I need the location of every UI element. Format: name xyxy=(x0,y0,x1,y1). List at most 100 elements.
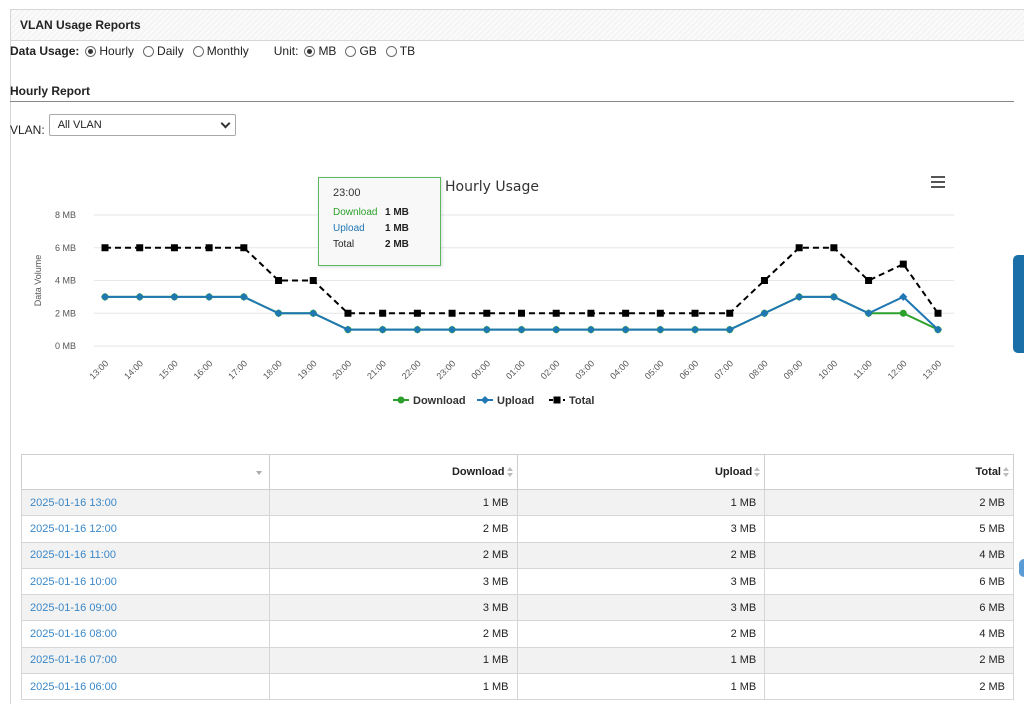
point-upload xyxy=(656,325,665,334)
radio-unit-tb-dot[interactable] xyxy=(385,45,397,57)
table-header-row: Download Upload Total xyxy=(21,454,1014,490)
y-tick-label: 6 MB xyxy=(55,243,76,253)
point-total xyxy=(726,309,734,317)
point-upload xyxy=(309,309,318,318)
point-total xyxy=(344,309,352,317)
tooltip-row-download: Download 1 MB xyxy=(333,207,426,218)
radio-monthly[interactable]: Monthly xyxy=(192,44,249,58)
legend-marker-upload xyxy=(481,396,489,404)
radio-daily[interactable]: Daily xyxy=(143,44,184,58)
row-time-link[interactable]: 2025-01-16 06:00 xyxy=(21,673,270,701)
row-total: 2 MB xyxy=(764,673,1014,701)
tooltip-total-value: 2 MB xyxy=(385,239,409,250)
radio-hourly-dot[interactable] xyxy=(85,45,97,57)
radio-unit-mb-label: MB xyxy=(318,44,337,58)
point-total xyxy=(795,244,803,252)
point-upload xyxy=(101,292,109,301)
row-upload: 1 MB xyxy=(516,646,766,675)
hourly-usage-chart: Hourly Usage 0 MB 2 MB 4 MB 6 MB 8 MB Data Vol… xyxy=(10,150,970,425)
row-total: 2 MB xyxy=(764,488,1014,517)
x-tick-label: 11:00 xyxy=(851,358,874,381)
radio-daily-dot[interactable] xyxy=(143,45,155,57)
row-time-link[interactable]: 2025-01-16 08:00 xyxy=(21,620,270,648)
row-time-link[interactable]: 2025-01-16 13:00 xyxy=(21,488,270,517)
point-total xyxy=(483,309,491,317)
row-download: 1 MB xyxy=(268,646,518,675)
row-time-link[interactable]: 2025-01-16 11:00 xyxy=(21,541,270,569)
row-time-link[interactable]: 2025-01-16 10:00 xyxy=(21,567,270,596)
side-panel-tab[interactable] xyxy=(1013,255,1024,353)
scroll-top-knob[interactable] xyxy=(1019,559,1024,577)
tooltip-total-name: Total xyxy=(333,239,355,250)
point-upload xyxy=(552,325,561,334)
point-upload xyxy=(378,325,387,334)
column-upload[interactable]: Upload xyxy=(516,454,766,490)
x-tick-label: 05:00 xyxy=(643,358,666,381)
radio-unit-mb[interactable]: MB xyxy=(304,44,336,58)
point-total xyxy=(622,309,630,317)
x-tick-label: 22:00 xyxy=(400,358,423,381)
x-tick-label: 02:00 xyxy=(539,358,562,381)
row-total: 4 MB xyxy=(764,541,1014,569)
y-tick-label: 8 MB xyxy=(55,210,76,220)
column-time[interactable] xyxy=(21,454,270,490)
sort-arrow-icon xyxy=(255,471,262,475)
column-total[interactable]: Total xyxy=(764,454,1014,490)
row-time-link[interactable]: 2025-01-16 09:00 xyxy=(21,594,270,622)
column-download-label: Download xyxy=(451,466,505,478)
point-total xyxy=(518,309,525,317)
row-total: 6 MB xyxy=(764,594,1014,622)
radio-unit-tb[interactable]: TB xyxy=(385,44,415,58)
sort-icon xyxy=(1003,467,1009,478)
point-total xyxy=(899,260,907,268)
row-download: 1 MB xyxy=(268,488,518,517)
point-total xyxy=(170,244,178,252)
x-tick-label: 12:00 xyxy=(886,358,909,381)
table-row: 2025-01-16 07:00 1 MB 1 MB 2 MB xyxy=(21,646,1014,675)
x-tick-label: 03:00 xyxy=(573,358,596,381)
x-tick-label: 04:00 xyxy=(608,358,631,381)
point-download xyxy=(899,309,907,317)
x-tick-label: 20:00 xyxy=(330,358,353,381)
row-download: 1 MB xyxy=(268,673,518,701)
radio-unit-mb-dot[interactable] xyxy=(304,45,316,57)
tooltip-time: 23:00 xyxy=(333,187,361,199)
point-total xyxy=(587,309,595,317)
radio-unit-gb-dot[interactable] xyxy=(345,45,357,57)
radio-hourly[interactable]: Hourly xyxy=(85,44,134,58)
column-download[interactable]: Download xyxy=(268,454,518,490)
x-tick-label: 00:00 xyxy=(469,358,492,381)
tooltip-row-upload: Upload 1 MB xyxy=(333,223,426,234)
point-total xyxy=(760,277,768,284)
point-upload xyxy=(482,325,491,334)
data-usage-row: Data Usage: Hourly Daily Monthly Unit: M… xyxy=(10,42,424,60)
x-tick-label: 01:00 xyxy=(504,358,527,381)
panel-title: VLAN Usage Reports xyxy=(20,18,141,32)
y-tick-label: 0 MB xyxy=(55,341,76,351)
radio-monthly-dot[interactable] xyxy=(192,45,204,57)
legend-label-download: Download xyxy=(413,395,466,407)
point-upload xyxy=(621,325,630,334)
point-total xyxy=(136,244,144,252)
radio-daily-label: Daily xyxy=(157,44,184,58)
row-time-link[interactable]: 2025-01-16 07:00 xyxy=(21,646,270,675)
x-tick-label: 19:00 xyxy=(296,358,319,381)
sort-icon xyxy=(754,467,761,478)
x-tick-label: 10:00 xyxy=(816,358,839,381)
row-download: 2 MB xyxy=(268,620,518,648)
row-total: 5 MB xyxy=(764,515,1014,543)
row-upload: 2 MB xyxy=(516,620,766,648)
radio-monthly-label: Monthly xyxy=(206,44,249,58)
hamburger-menu-icon[interactable] xyxy=(931,176,945,188)
row-upload: 2 MB xyxy=(516,541,766,569)
usage-table: Download Upload Total 2025-01-16 13:00 1 … xyxy=(21,454,1014,701)
row-time-link[interactable]: 2025-01-16 12:00 xyxy=(21,515,270,543)
table-row: 2025-01-16 08:00 2 MB 2 MB 4 MB xyxy=(21,620,1014,648)
radio-unit-gb[interactable]: GB xyxy=(345,44,377,58)
legend-label-total: Total xyxy=(569,395,594,407)
point-upload xyxy=(864,309,873,318)
point-total xyxy=(101,244,109,252)
point-total xyxy=(413,309,421,317)
vlan-select[interactable]: All VLAN xyxy=(48,114,236,136)
point-total xyxy=(934,309,942,317)
